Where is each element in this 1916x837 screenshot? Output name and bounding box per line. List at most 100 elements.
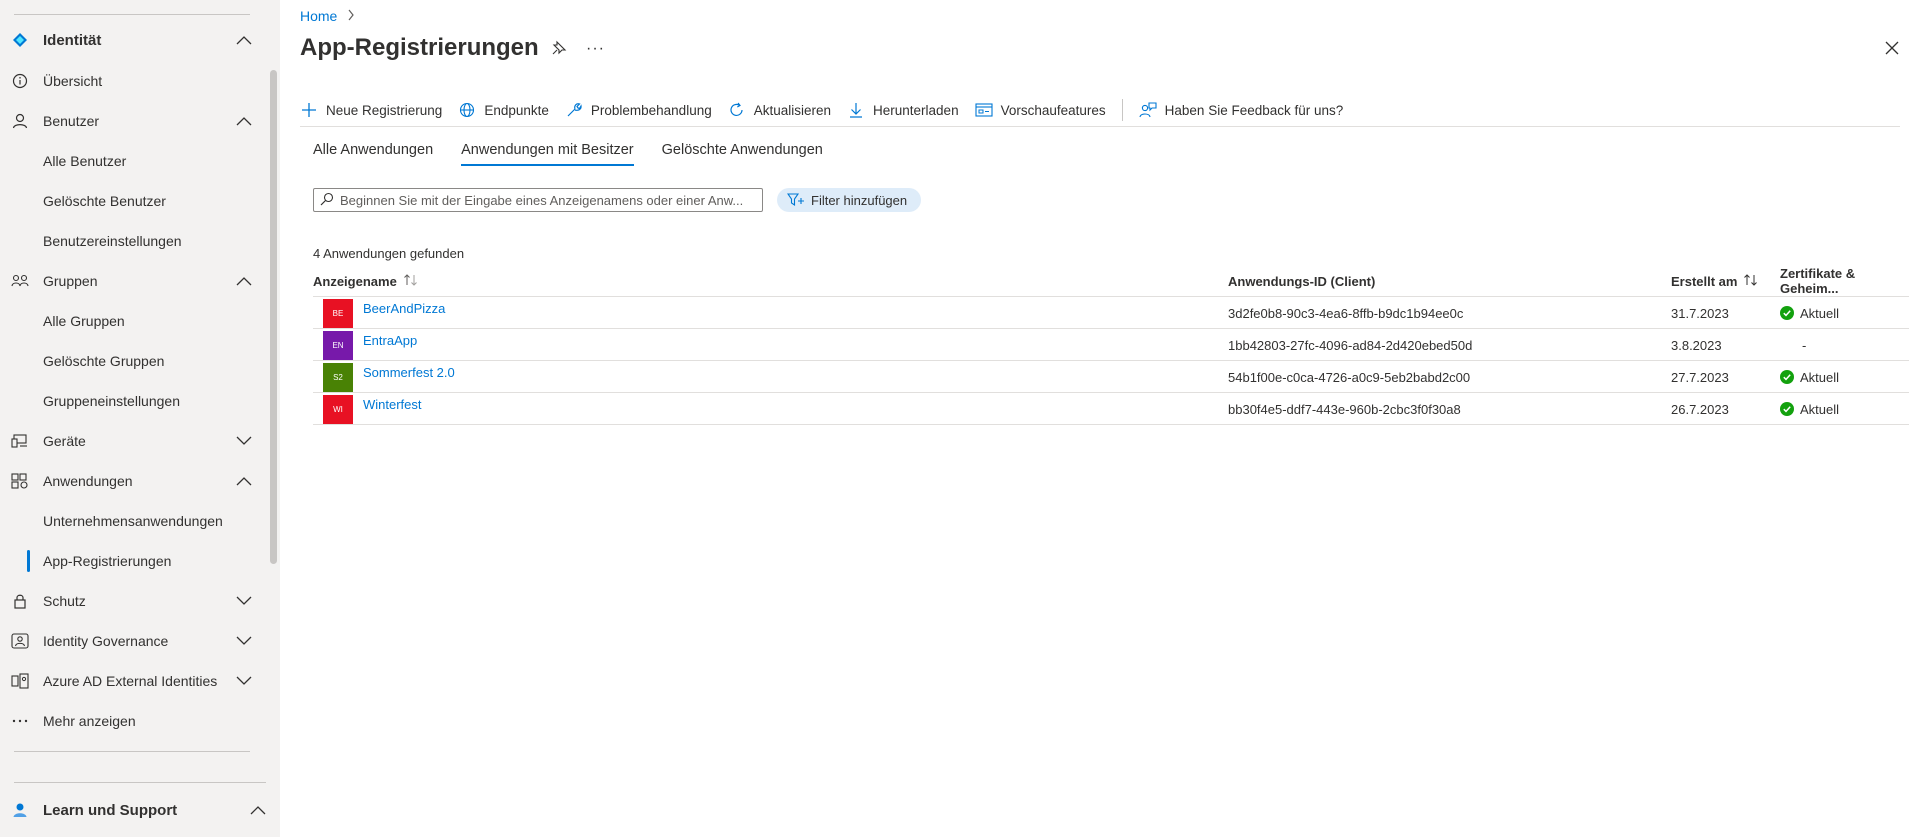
endpoints-button[interactable]: Endpunkte xyxy=(458,101,549,119)
status-label: Aktuell xyxy=(1800,305,1840,321)
column-header-certificates[interactable]: Zertifikate & Geheim... xyxy=(1780,266,1909,296)
app-name-link[interactable]: BeerAndPizza xyxy=(363,301,445,316)
chevron-up-icon[interactable] xyxy=(236,273,252,289)
new-registration-button[interactable]: Neue Registrierung xyxy=(300,101,442,119)
table-row[interactable]: BE BeerAndPizza 3d2fe0b8-90c3-4ea6-8ffb-… xyxy=(313,297,1909,329)
sidebar-item-label: Learn und Support xyxy=(43,801,178,819)
learn-support-icon xyxy=(11,801,29,819)
sidebar-item-enterprise-apps[interactable]: Unternehmensanwendungen xyxy=(0,501,268,541)
chevron-down-icon[interactable] xyxy=(236,593,252,609)
sidebar-nav: Identität Übersicht Benutzer Alle Benutz… xyxy=(0,0,268,765)
sidebar-item-app-registrations[interactable]: App-Registrierungen xyxy=(0,541,268,581)
feedback-icon xyxy=(1139,101,1157,119)
sidebar: Identität Übersicht Benutzer Alle Benutz… xyxy=(0,0,280,837)
tab-deleted-applications[interactable]: Gelöschte Anwendungen xyxy=(662,142,823,166)
download-button[interactable]: Herunterladen xyxy=(847,101,959,119)
sidebar-item-users[interactable]: Benutzer xyxy=(0,101,268,141)
sidebar-scrollbar[interactable] xyxy=(270,70,277,564)
sidebar-item-devices[interactable]: Geräte xyxy=(0,421,268,461)
chevron-up-icon[interactable] xyxy=(236,113,252,129)
sidebar-item-deleted-groups[interactable]: Gelöschte Gruppen xyxy=(0,341,268,381)
chevron-down-icon[interactable] xyxy=(236,673,252,689)
column-header-app-id[interactable]: Anwendungs-ID (Client) xyxy=(1228,266,1375,296)
chevron-up-icon[interactable] xyxy=(236,473,252,489)
created-cell: 31.7.2023 xyxy=(1671,305,1729,321)
sidebar-item-identity-governance[interactable]: Identity Governance xyxy=(0,621,268,661)
sidebar-item-label: Identity Governance xyxy=(43,633,169,649)
chevron-down-icon[interactable] xyxy=(236,633,252,649)
sidebar-item-protection[interactable]: Schutz xyxy=(0,581,268,621)
status-label: - xyxy=(1802,337,1807,353)
table-row[interactable]: S2 Sommerfest 2.0 54b1f00e-c0ca-4726-a0c… xyxy=(313,361,1909,393)
chevron-up-icon[interactable] xyxy=(236,32,252,48)
add-icon xyxy=(300,101,318,119)
sidebar-item-label: Gruppen xyxy=(43,273,98,289)
search-input[interactable] xyxy=(340,192,760,208)
created-cell: 3.8.2023 xyxy=(1671,337,1722,353)
tab-all-applications[interactable]: Alle Anwendungen xyxy=(313,142,433,166)
sidebar-item-learn-support[interactable]: Learn und Support xyxy=(0,790,280,830)
check-circle-icon xyxy=(1780,306,1794,320)
sidebar-item-all-users[interactable]: Alle Benutzer xyxy=(0,141,268,181)
search-box[interactable] xyxy=(313,188,763,212)
refresh-button[interactable]: Aktualisieren xyxy=(728,101,831,119)
info-icon xyxy=(11,72,29,90)
sort-icon[interactable] xyxy=(1743,273,1759,289)
column-header-created[interactable]: Erstellt am xyxy=(1671,266,1759,296)
sidebar-item-applications[interactable]: Anwendungen xyxy=(0,461,268,501)
tab-owned-applications[interactable]: Anwendungen mit Besitzer xyxy=(461,142,634,166)
chevron-down-icon[interactable] xyxy=(236,433,252,449)
button-label: Aktualisieren xyxy=(753,102,832,118)
sidebar-item-label: Gruppeneinstellungen xyxy=(43,393,180,409)
column-header-name[interactable]: Anzeigename xyxy=(313,266,419,296)
table-row[interactable]: WI Winterfest bb30f4e5-ddf7-443e-960b-2c… xyxy=(313,393,1909,425)
governance-icon xyxy=(11,632,29,650)
sidebar-item-external-identities[interactable]: Azure AD External Identities xyxy=(0,661,268,701)
button-label: Herunterladen xyxy=(873,102,959,118)
header-label: Anzeigename xyxy=(313,273,397,289)
pin-icon[interactable] xyxy=(551,40,569,58)
sidebar-item-label: Gelöschte Gruppen xyxy=(43,353,165,369)
preview-features-button[interactable]: Vorschaufeatures xyxy=(975,101,1106,119)
sidebar-divider xyxy=(14,14,250,15)
sidebar-item-groups[interactable]: Gruppen xyxy=(0,261,268,301)
app-id-cell: bb30f4e5-ddf7-443e-960b-2cbc3f0f30a8 xyxy=(1228,401,1461,417)
sidebar-item-label: Unternehmensanwendungen xyxy=(43,513,223,529)
sidebar-item-label: Alle Gruppen xyxy=(43,313,125,329)
app-id-cell: 3d2fe0b8-90c3-4ea6-8ffb-b9dc1b94ee0c xyxy=(1228,305,1464,321)
app-name-link[interactable]: EntraApp xyxy=(363,333,417,348)
sidebar-item-all-groups[interactable]: Alle Gruppen xyxy=(0,301,268,341)
wrench-icon xyxy=(565,101,583,119)
button-label: Neue Registrierung xyxy=(326,102,443,118)
breadcrumb-home-link[interactable]: Home xyxy=(300,8,337,24)
sort-icon[interactable] xyxy=(403,273,419,289)
add-filter-button[interactable]: Filter hinzufügen xyxy=(777,188,922,212)
sidebar-item-deleted-users[interactable]: Gelöschte Benutzer xyxy=(0,181,268,221)
table-row[interactable]: EN EntraApp 1bb42803-27fc-4096-ad84-2d42… xyxy=(313,329,1909,361)
button-label: Haben Sie Feedback für uns? xyxy=(1164,102,1344,118)
app-name-link[interactable]: Winterfest xyxy=(363,397,422,412)
sidebar-item-overview[interactable]: Übersicht xyxy=(0,61,268,101)
status-label: Aktuell xyxy=(1800,369,1840,385)
chevron-up-icon[interactable] xyxy=(250,802,266,818)
troubleshoot-button[interactable]: Problembehandlung xyxy=(565,101,712,119)
sidebar-item-user-settings[interactable]: Benutzereinstellungen xyxy=(0,221,268,261)
feedback-button[interactable]: Haben Sie Feedback für uns? xyxy=(1139,101,1344,119)
preview-icon xyxy=(975,101,993,119)
sidebar-item-label: Mehr anzeigen xyxy=(43,713,136,729)
button-label: Vorschaufeatures xyxy=(1000,102,1106,118)
header-label: Zertifikate & Geheim... xyxy=(1780,266,1856,296)
close-icon[interactable] xyxy=(1884,40,1902,58)
sidebar-item-show-more[interactable]: Mehr anzeigen xyxy=(0,701,268,741)
sidebar-item-label: Übersicht xyxy=(43,73,103,89)
sidebar-item-identity[interactable]: Identität xyxy=(0,20,268,60)
check-circle-icon xyxy=(1780,370,1794,384)
sidebar-item-label: Anwendungen xyxy=(43,473,133,489)
button-label: Problembehandlung xyxy=(590,102,712,118)
certificate-status-cell: Aktuell xyxy=(1780,393,1839,425)
lock-icon xyxy=(11,592,29,610)
more-options-button[interactable]: ··· xyxy=(586,40,605,58)
sidebar-item-group-settings[interactable]: Gruppeneinstellungen xyxy=(0,381,268,421)
sidebar-divider xyxy=(14,751,250,752)
app-name-link[interactable]: Sommerfest 2.0 xyxy=(363,365,455,380)
